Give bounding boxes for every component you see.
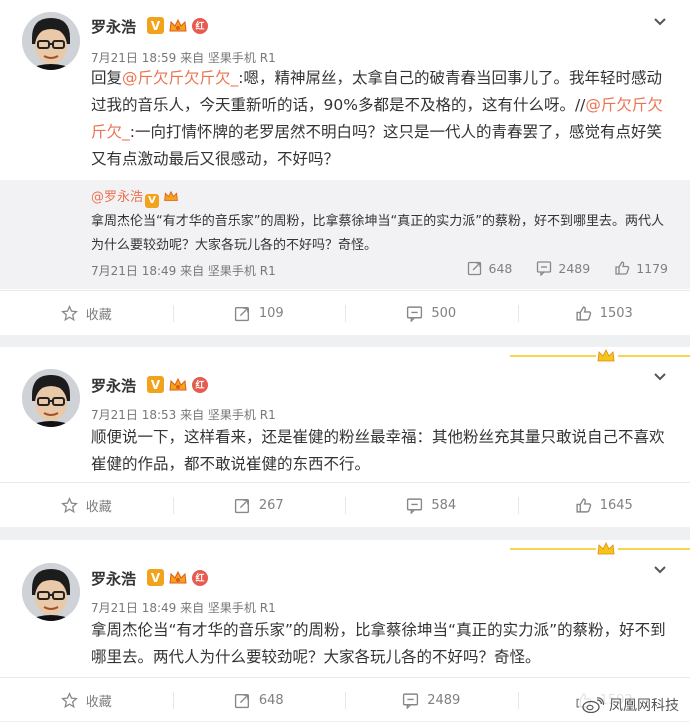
author-name[interactable]: 罗永浩 — [91, 568, 136, 589]
crown-decoration-icon — [510, 542, 690, 556]
post-meta[interactable]: 7月21日 18:59 来自 坚果手机 R1 — [91, 49, 276, 66]
comment-icon — [536, 260, 552, 276]
crown-icon — [163, 190, 179, 203]
watermark: 凤凰网科技 — [579, 693, 682, 717]
red-badge[interactable]: 红 — [192, 570, 208, 586]
crown-decoration-icon — [510, 349, 690, 363]
badge-group: V 红 — [147, 376, 208, 393]
like-button[interactable]: 1645 — [518, 483, 690, 527]
author-name[interactable]: 罗永浩 — [91, 375, 136, 396]
crown-icon[interactable] — [168, 569, 188, 586]
thumbs-up-icon — [575, 305, 592, 322]
repost-count: 267 — [259, 498, 284, 513]
quoted-repost-button[interactable]: 648 — [467, 260, 513, 276]
quoted-post[interactable]: @罗永浩V 拿周杰伦当“有才华的音乐家”的周粉，比拿蔡徐坤当“真正的实力派”的蔡… — [0, 180, 690, 289]
favorite-label: 收藏 — [86, 691, 112, 710]
post-text: 回复@斤欠斤欠斤欠_:嗯，精神屌丝，太拿自己的破青春当回事儿了。我年轻时感动过我… — [91, 65, 671, 173]
red-badge[interactable]: 红 — [192, 377, 208, 393]
verified-badge[interactable]: V — [147, 376, 164, 393]
repost-button[interactable]: 648 — [173, 678, 346, 722]
comment-count: 500 — [431, 306, 456, 321]
star-icon — [61, 497, 78, 514]
repost-button[interactable]: 267 — [173, 483, 346, 527]
favorite-label: 收藏 — [86, 304, 112, 323]
quoted-author-link[interactable]: @罗永浩 — [91, 190, 143, 205]
quoted-comment-button[interactable]: 2489 — [536, 260, 590, 276]
comment-button[interactable]: 584 — [345, 483, 518, 527]
comment-button[interactable]: 2489 — [345, 678, 518, 722]
repost-icon — [234, 497, 251, 514]
quoted-repost-count: 648 — [489, 261, 513, 276]
verified-badge[interactable]: V — [147, 17, 164, 34]
avatar[interactable] — [22, 563, 80, 621]
repost-count: 648 — [259, 693, 284, 708]
crown-icon[interactable] — [168, 17, 188, 34]
quoted-like-count: 1179 — [636, 261, 668, 276]
action-bar: 收藏 109 500 1503 — [0, 290, 690, 335]
author-name[interactable]: 罗永浩 — [91, 16, 136, 37]
like-count: 1503 — [600, 306, 633, 321]
avatar[interactable] — [22, 369, 80, 427]
repost-icon — [234, 305, 251, 322]
comment-icon — [402, 692, 419, 709]
verified-badge[interactable]: V — [147, 569, 164, 586]
crown-icon[interactable] — [168, 376, 188, 393]
quoted-stats: 648 2489 1179 — [467, 260, 668, 276]
favorite-button[interactable]: 收藏 — [0, 678, 173, 722]
repost-button[interactable]: 109 — [173, 291, 346, 335]
quoted-like-button[interactable]: 1179 — [614, 260, 668, 276]
quoted-meta[interactable]: 7月21日 18:49 来自 坚果手机 R1 — [91, 262, 276, 279]
reply-prefix: 回复 — [91, 69, 122, 87]
mention-link[interactable]: @斤欠斤欠斤欠_ — [122, 69, 238, 87]
chevron-down-icon[interactable] — [652, 369, 668, 385]
star-icon — [61, 692, 78, 709]
thumbs-up-icon — [614, 260, 630, 276]
favorite-button[interactable]: 收藏 — [0, 483, 173, 527]
red-badge[interactable]: 红 — [192, 18, 208, 34]
post-text: 顺便说一下，这样看来，还是崔健的粉丝最幸福：其他粉丝充其量只敢说自己不喜欢崔健的… — [91, 424, 671, 478]
verified-badge: V — [145, 194, 159, 208]
comment-count: 584 — [431, 498, 456, 513]
watermark-text: 凤凰网科技 — [609, 695, 679, 715]
quoted-text: @罗永浩V 拿周杰伦当“有才华的音乐家”的周粉，比拿蔡徐坤当“真正的实力派”的蔡… — [91, 186, 671, 258]
post-card: 罗永浩 V 红 7月21日 18:53 来自 坚果手机 R1 顺便说一下，这样看… — [0, 347, 690, 527]
chevron-down-icon[interactable] — [652, 14, 668, 30]
chevron-down-icon[interactable] — [652, 562, 668, 578]
comment-icon — [406, 497, 423, 514]
like-button[interactable]: 1503 — [518, 291, 690, 335]
badge-group: V 红 — [147, 17, 208, 34]
post-meta[interactable]: 7月21日 18:53 来自 坚果手机 R1 — [91, 406, 276, 423]
post-text-body: :一向打情怀牌的老罗居然不明白吗？这只是一代人的青春罢了，感觉有点好笑又有点激动… — [91, 123, 662, 168]
quoted-comment-count: 2489 — [558, 261, 590, 276]
comment-count: 2489 — [427, 693, 460, 708]
post-meta[interactable]: 7月21日 18:49 来自 坚果手机 R1 — [91, 599, 276, 616]
comment-button[interactable]: 500 — [345, 291, 518, 335]
repost-icon — [234, 692, 251, 709]
weibo-logo-icon — [582, 697, 604, 713]
post-card: 罗永浩 V 红 7月21日 18:59 来自 坚果手机 R1 回复@斤欠斤欠斤欠… — [0, 0, 690, 335]
favorite-label: 收藏 — [86, 496, 112, 515]
post-text: 拿周杰伦当“有才华的音乐家”的周粉，比拿蔡徐坤当“真正的实力派”的蔡粉，好不到哪… — [91, 617, 671, 671]
star-icon — [61, 305, 78, 322]
repost-icon — [467, 260, 483, 276]
action-bar: 收藏 267 584 1645 — [0, 482, 690, 527]
like-count: 1645 — [600, 498, 633, 513]
quoted-body: 拿周杰伦当“有才华的音乐家”的周粉，比拿蔡徐坤当“真正的实力派”的蔡粉，好不到哪… — [91, 214, 664, 253]
favorite-button[interactable]: 收藏 — [0, 291, 173, 335]
repost-count: 109 — [259, 306, 284, 321]
badge-group: V 红 — [147, 569, 208, 586]
avatar[interactable] — [22, 12, 80, 70]
thumbs-up-icon — [575, 497, 592, 514]
comment-icon — [406, 305, 423, 322]
